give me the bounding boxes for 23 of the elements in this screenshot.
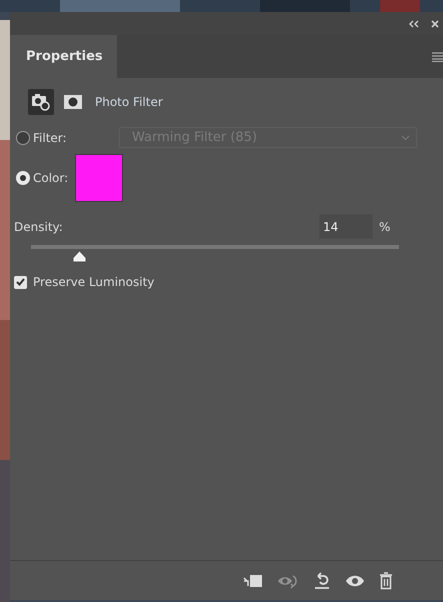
percent-unit: % [379, 218, 390, 236]
color-radio[interactable] [16, 171, 30, 185]
camera-icon [31, 93, 51, 111]
adjustment-mode-button[interactable] [28, 89, 54, 115]
properties-tab[interactable]: Properties [10, 35, 117, 78]
color-swatch[interactable] [75, 154, 123, 202]
preserve-luminosity-label: Preserve Luminosity [33, 274, 154, 291]
adjustment-title: Photo Filter [95, 94, 163, 111]
menu-icon[interactable] [432, 52, 443, 62]
trash-icon[interactable] [379, 572, 393, 590]
reset-icon[interactable] [313, 572, 331, 590]
eye-icon[interactable] [345, 574, 365, 588]
close-icon[interactable] [431, 20, 439, 28]
clip-to-layer-icon[interactable] [243, 572, 263, 588]
mask-icon [63, 94, 83, 110]
density-label: Density: [14, 218, 64, 236]
density-field[interactable]: 14 [319, 214, 373, 239]
color-label: Color: [33, 170, 70, 187]
density-slider-thumb[interactable] [72, 251, 86, 262]
preserve-luminosity-checkbox[interactable] [14, 276, 27, 288]
caret-icon [401, 134, 410, 140]
collapse-icon[interactable] [409, 20, 419, 28]
filter-label: Filter: [33, 130, 68, 146]
